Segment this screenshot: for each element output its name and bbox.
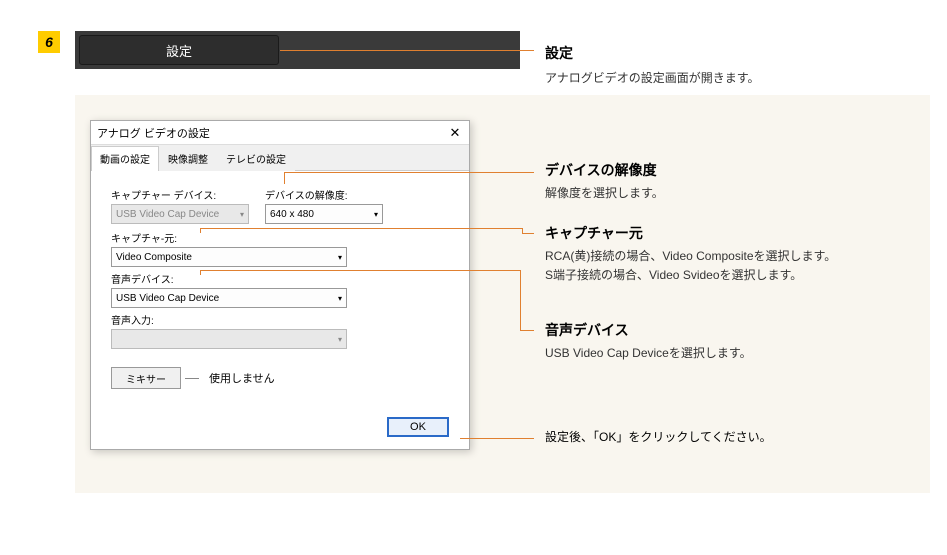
audio-device-value: USB Video Cap Device <box>116 293 219 304</box>
dialog-title-text: アナログ ビデオの設定 <box>97 125 210 141</box>
dialog-titlebar: アナログ ビデオの設定 ✕ <box>91 121 469 145</box>
tab-bar: 動画の設定 映像調整 テレビの設定 <box>91 145 469 171</box>
chevron-down-icon: ▾ <box>240 210 244 219</box>
annotation-settings: 設定 アナログビデオの設定画面が開きます。 <box>545 43 760 86</box>
settings-button[interactable]: 設定 <box>79 35 279 65</box>
connector-line <box>284 172 285 184</box>
dialog-body: キャプチャー デバイス: USB Video Cap Device ▾ デバイスの… <box>91 171 469 401</box>
tab-tv-settings[interactable]: テレビの設定 <box>217 146 295 171</box>
connector-line <box>200 228 522 229</box>
annotation-desc: USB Video Cap Deviceを選択します。 <box>545 344 752 363</box>
annotation-desc: S端子接続の場合、Video Svideoを選択します。 <box>545 266 836 285</box>
connector-line <box>185 378 199 379</box>
mixer-note: 使用しません <box>209 370 275 386</box>
label-capture-device: キャプチャー デバイス: <box>111 187 249 202</box>
close-icon[interactable]: ✕ <box>447 125 463 141</box>
label-audio-input: 音声入力: <box>111 312 449 327</box>
capture-source-select[interactable]: Video Composite ▾ <box>111 247 347 267</box>
capture-device-value: USB Video Cap Device <box>116 209 219 220</box>
annotation-desc: アナログビデオの設定画面が開きます。 <box>545 69 760 86</box>
chevron-down-icon: ▾ <box>374 210 378 219</box>
annotation-audio-device: 音声デバイス USB Video Cap Deviceを選択します。 <box>545 320 752 363</box>
connector-line <box>520 270 521 330</box>
annotation-resolution: デバイスの解像度 解像度を選択します。 <box>545 160 664 203</box>
chevron-down-icon: ▾ <box>338 253 342 262</box>
annotation-ok: 設定後、「OK」をクリックしてください。 <box>545 428 772 445</box>
connector-line <box>284 172 534 173</box>
chevron-down-icon: ▾ <box>338 335 342 344</box>
annotation-title: 設定 <box>545 43 760 63</box>
audio-device-select[interactable]: USB Video Cap Device ▾ <box>111 288 347 308</box>
annotation-capture-source: キャプチャー元 RCA(黄)接続の場合、Video Compositeを選択しま… <box>545 223 836 285</box>
ok-button[interactable]: OK <box>387 417 449 437</box>
tab-video-adjust[interactable]: 映像調整 <box>159 146 217 171</box>
annotation-desc: 解像度を選択します。 <box>545 184 664 203</box>
label-resolution: デバイスの解像度: <box>265 187 383 202</box>
annotation-title: デバイスの解像度 <box>545 160 664 180</box>
capture-source-value: Video Composite <box>116 252 192 263</box>
connector-line <box>200 270 520 271</box>
label-capture-source: キャプチャ-元: <box>111 230 449 245</box>
settings-dialog: アナログ ビデオの設定 ✕ 動画の設定 映像調整 テレビの設定 キャプチャー デ… <box>90 120 470 450</box>
mixer-button[interactable]: ミキサー <box>111 367 181 389</box>
connector-line <box>280 50 534 51</box>
connector-line <box>460 438 534 439</box>
resolution-select[interactable]: 640 x 480 ▾ <box>265 204 383 224</box>
chevron-down-icon: ▾ <box>338 294 342 303</box>
capture-device-select[interactable]: USB Video Cap Device ▾ <box>111 204 249 224</box>
annotation-title: 音声デバイス <box>545 320 752 340</box>
connector-line <box>520 330 534 331</box>
step-badge: 6 <box>38 31 60 53</box>
audio-input-select[interactable]: ▾ <box>111 329 347 349</box>
annotation-title: キャプチャー元 <box>545 223 836 243</box>
label-audio-device: 音声デバイス: <box>111 271 449 286</box>
annotation-desc: RCA(黄)接続の場合、Video Compositeを選択します。 <box>545 247 836 266</box>
connector-line <box>522 233 534 234</box>
resolution-value: 640 x 480 <box>270 209 314 220</box>
tab-video-settings[interactable]: 動画の設定 <box>91 146 159 171</box>
